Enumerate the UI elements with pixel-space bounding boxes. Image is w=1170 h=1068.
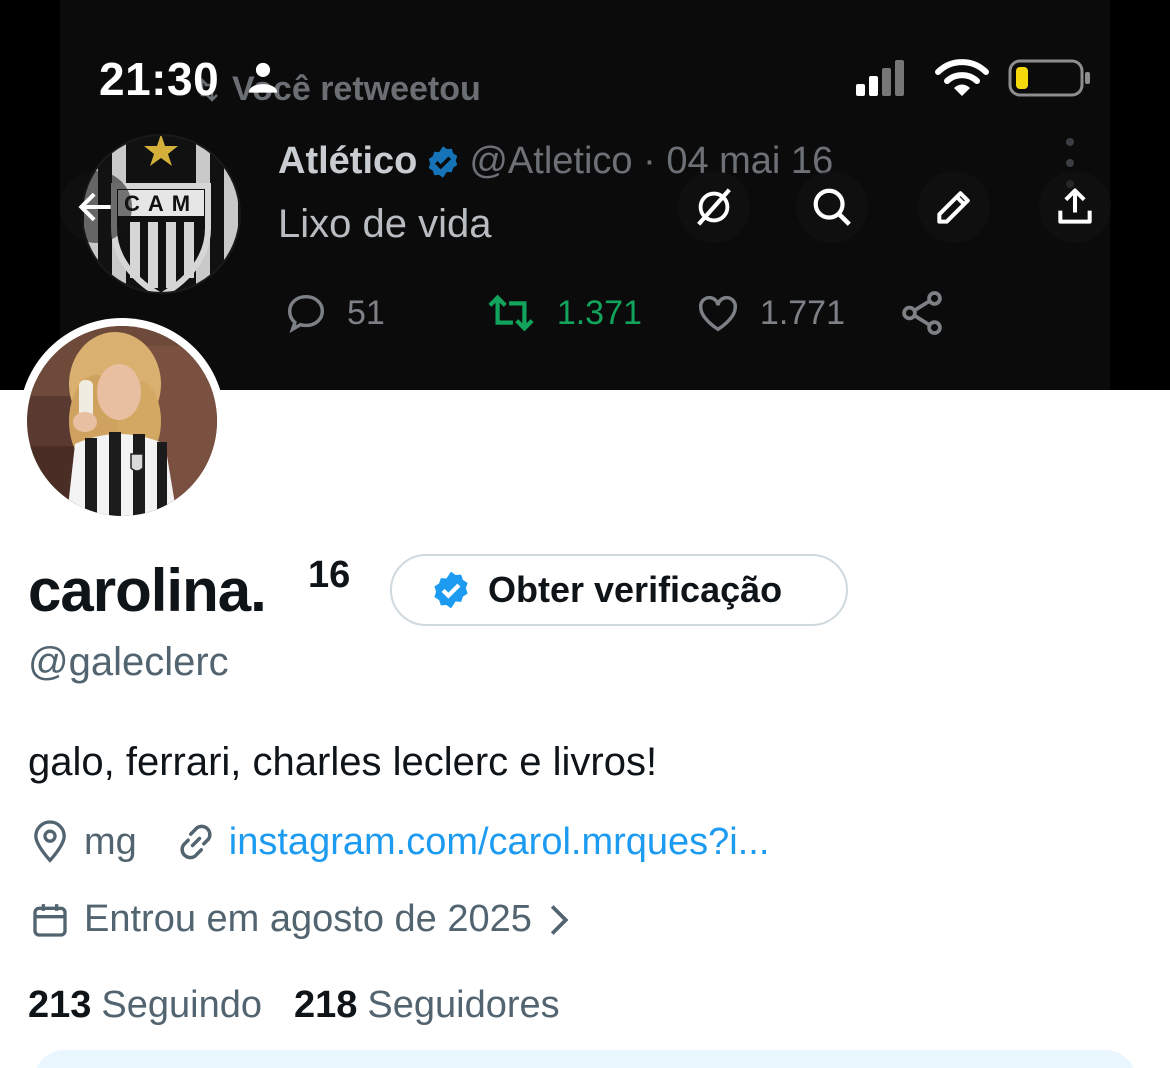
followers-label: Seguidores: [367, 984, 560, 1026]
status-time: 21:30: [99, 53, 220, 105]
grok-button[interactable]: [678, 171, 750, 243]
battery-icon: [1008, 59, 1090, 97]
verified-badge-icon: [434, 571, 468, 609]
follow-stats: 213 Seguindo 218 Seguidores: [28, 984, 560, 1027]
crest-text: CAM: [124, 191, 198, 216]
avatar-image: [27, 326, 217, 516]
profile-location: mg: [30, 820, 137, 864]
profile-bio: galo, ferrari, charles leclerc e livros!: [28, 740, 658, 784]
focus-person-icon: [248, 62, 278, 93]
calendar-icon: [33, 903, 67, 937]
tweet-actions: 51 1.371 1.771: [283, 288, 965, 338]
profile-joined-row[interactable]: Entrou em agosto de 2025: [30, 898, 570, 941]
profile-link[interactable]: instagram.com/carol.mrques?i...: [175, 821, 770, 864]
reply-icon: [287, 294, 325, 334]
share-nodes-icon: [902, 291, 942, 335]
tweet-handle-date: @Atletico · 04 mai 16: [469, 140, 834, 182]
tweet-text: Lixo de vida: [278, 202, 492, 246]
profile-name-superscript: 16: [308, 554, 351, 596]
search-button[interactable]: [796, 171, 868, 243]
avatar[interactable]: [19, 318, 225, 524]
wifi-icon: [935, 59, 989, 96]
edit-button[interactable]: [918, 171, 990, 243]
tweet-header: Atlético @Atletico · 04 mai 16: [278, 140, 833, 183]
tweet-share: [897, 288, 965, 338]
chevron-right-icon: [550, 904, 569, 935]
following-link[interactable]: 213 Seguindo: [28, 984, 262, 1027]
profile-name: carolina.: [28, 557, 267, 624]
profile-meta-row: mg instagram.com/carol.mrques?i...: [30, 820, 769, 864]
share-icon: [1058, 188, 1092, 224]
followers-count: 218: [294, 984, 358, 1026]
location-text: mg: [84, 820, 137, 863]
tweet-likes: 1.771: [694, 290, 845, 336]
status-bar: 21:30: [0, 0, 1170, 140]
following-label: Seguindo: [101, 984, 262, 1026]
promo-card[interactable]: [34, 1050, 1136, 1068]
grok-icon: [697, 188, 731, 226]
search-icon: [813, 188, 851, 226]
tweet-replies: 51: [283, 290, 385, 336]
get-verified-label: Obter verificação: [488, 569, 783, 610]
tweet-verified-icon: [429, 145, 458, 178]
like-count: 1.771: [759, 293, 846, 332]
link-text[interactable]: instagram.com/carol.mrques?i...: [229, 821, 770, 864]
reply-count: 51: [347, 293, 385, 332]
joined-text: Entrou em agosto de 2025: [84, 898, 532, 940]
share-button[interactable]: [1039, 171, 1111, 243]
following-count: 213: [28, 984, 92, 1026]
tweet-author-name: Atlético: [278, 140, 418, 182]
retweet-count: 1.371: [556, 293, 642, 332]
location-icon: [34, 820, 66, 863]
heart-icon: [698, 295, 737, 332]
back-button[interactable]: [60, 171, 132, 243]
get-verified-button[interactable]: Obter verificação: [390, 554, 848, 626]
followers-link[interactable]: 218 Seguidores: [294, 984, 560, 1027]
cellular-signal-icon: [856, 60, 904, 96]
tweet-retweets: 1.371: [483, 290, 642, 336]
profile-handle: @galeclerc: [28, 640, 229, 684]
link-icon: [180, 824, 212, 860]
back-arrow-icon: [78, 192, 111, 222]
retweet-icon: [488, 294, 534, 332]
edit-icon: [937, 191, 970, 224]
